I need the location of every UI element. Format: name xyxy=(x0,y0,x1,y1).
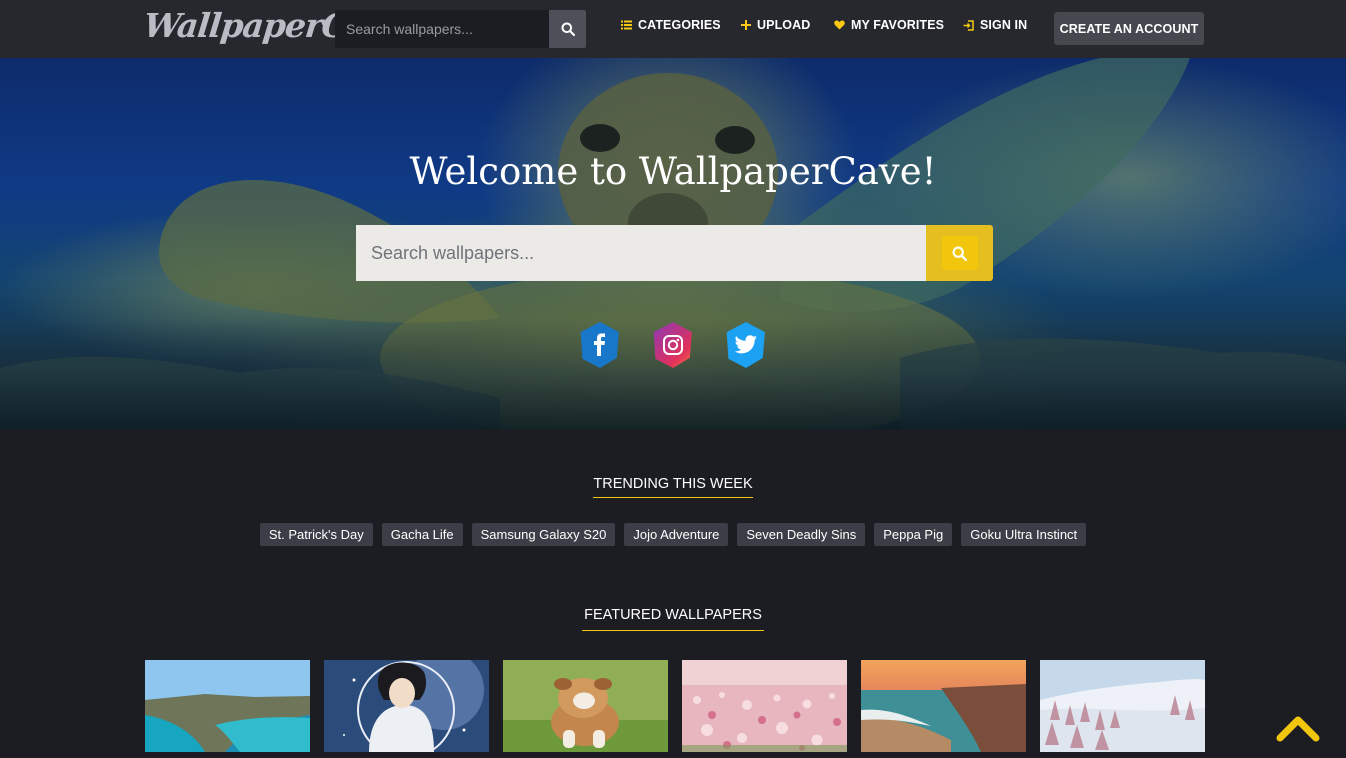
sign-in-icon xyxy=(963,19,974,31)
wallpaper-thumbnail-beach[interactable] xyxy=(861,660,1026,752)
twitter-icon xyxy=(734,335,757,354)
back-to-top-button[interactable] xyxy=(1276,712,1320,742)
coastline-image xyxy=(145,660,310,752)
nav-signin-link[interactable]: SIGN IN xyxy=(963,18,1027,32)
trending-section-title: TRENDING THIS WEEK xyxy=(0,476,1346,498)
create-account-button[interactable]: CREATE AN ACCOUNT xyxy=(1054,12,1204,45)
nav-search-input[interactable] xyxy=(335,10,549,48)
wallpaper-thumbnail-snow[interactable] xyxy=(1040,660,1205,752)
chevron-up-icon xyxy=(1276,716,1320,742)
plus-icon xyxy=(741,20,751,30)
snowy-forest-image xyxy=(1040,660,1205,752)
nav-upload-label: UPLOAD xyxy=(757,18,811,32)
trending-tag[interactable]: Gacha Life xyxy=(381,523,463,546)
instagram-icon xyxy=(663,335,683,355)
anime-character-image xyxy=(324,660,489,752)
nav-categories-link[interactable]: CATEGORIES xyxy=(621,18,721,32)
search-icon xyxy=(561,22,575,36)
nav-upload-link[interactable]: UPLOAD xyxy=(741,18,810,32)
wallpaper-thumbnail-anime[interactable] xyxy=(324,660,489,752)
wallpaper-thumbnail-bulldog[interactable] xyxy=(503,660,668,752)
heart-icon xyxy=(834,20,845,30)
hero-search-button[interactable] xyxy=(926,225,993,281)
trending-tag[interactable]: Goku Ultra Instinct xyxy=(961,523,1087,546)
search-icon xyxy=(952,246,967,261)
sunset-beach-image xyxy=(861,660,1026,752)
trending-tag[interactable]: Seven Deadly Sins xyxy=(737,523,866,546)
twitter-link[interactable] xyxy=(725,322,767,368)
featured-section-title: FEATURED WALLPAPERS xyxy=(0,607,1346,631)
list-icon xyxy=(621,20,632,30)
wallpaper-thumbnail-flowers[interactable] xyxy=(682,660,847,752)
instagram-link[interactable] xyxy=(652,322,694,368)
nav-search-button[interactable] xyxy=(549,10,586,48)
nav-search-bar xyxy=(335,10,586,48)
nav-favorites-label: MY FAVORITES xyxy=(851,18,945,32)
top-navbar: WallpaperCave CATEGORIES UPLOAD MY FAVOR… xyxy=(0,0,1346,58)
wallpaper-thumbnail-coastline[interactable] xyxy=(145,660,310,752)
trending-tag[interactable]: Samsung Galaxy S20 xyxy=(471,523,616,546)
featured-title-text: FEATURED WALLPAPERS xyxy=(582,607,764,631)
hero-banner: Welcome to WallpaperCave! xyxy=(0,58,1346,429)
bulldog-puppy-image xyxy=(503,660,668,752)
nav-categories-label: CATEGORIES xyxy=(638,18,721,32)
trending-tags: St. Patrick's Day Gacha Life Samsung Gal… xyxy=(0,523,1346,546)
nav-favorites-link[interactable]: MY FAVORITES xyxy=(834,18,944,32)
nav-signin-label: SIGN IN xyxy=(980,18,1028,32)
trending-tag[interactable]: Peppa Pig xyxy=(874,523,953,546)
hero-title: Welcome to WallpaperCave! xyxy=(409,150,937,193)
pink-flower-field-image xyxy=(682,660,847,752)
trending-tag[interactable]: Jojo Adventure xyxy=(624,523,729,546)
trending-tag[interactable]: St. Patrick's Day xyxy=(259,523,373,546)
hero-search-bar xyxy=(356,225,993,281)
hero-search-input[interactable] xyxy=(356,225,926,281)
featured-wallpapers-grid xyxy=(145,660,1205,752)
hero-search-button-inner xyxy=(941,236,978,270)
facebook-link[interactable] xyxy=(579,322,621,368)
facebook-icon xyxy=(594,333,605,356)
trending-title-text: TRENDING THIS WEEK xyxy=(593,476,753,498)
